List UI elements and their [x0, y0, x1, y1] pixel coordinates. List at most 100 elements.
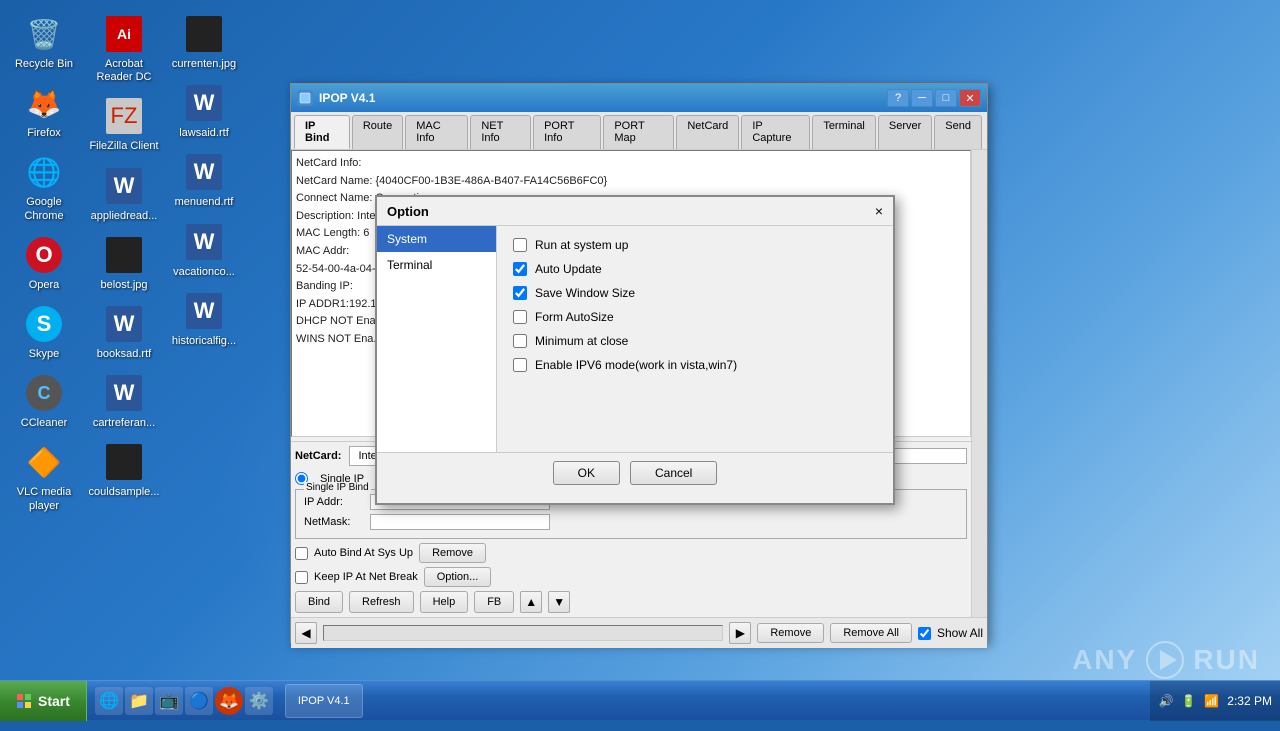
- minimum-at-close-checkbox[interactable]: [513, 334, 527, 348]
- restore-btn[interactable]: □: [935, 89, 957, 107]
- option-close-btn[interactable]: ×: [875, 203, 883, 219]
- nav-down-btn[interactable]: ▼: [548, 591, 570, 613]
- taskbar-chrome-icon[interactable]: 🔵: [185, 687, 213, 715]
- save-window-size-checkbox[interactable]: [513, 286, 527, 300]
- desktop-icon-historical[interactable]: W historicalfig...: [164, 285, 244, 354]
- option-enable-ipv6: Enable IPV6 mode(work in vista,win7): [513, 358, 877, 372]
- tab-route[interactable]: Route: [352, 115, 403, 149]
- taskbar-firefox-icon[interactable]: 🦊: [215, 687, 243, 715]
- currenten-label: currenten.jpg: [172, 58, 236, 71]
- show-all-checkbox[interactable]: [918, 627, 931, 640]
- desktop-icon-booksad[interactable]: W booksad.rtf: [84, 298, 164, 367]
- tab-port-map[interactable]: PORT Map: [603, 115, 674, 149]
- netmask-row: NetMask:: [304, 514, 958, 530]
- desktop-icons-col3: currenten.jpg W lawsaid.rtf W menuend.rt…: [160, 0, 248, 362]
- tab-net-info[interactable]: NET Info: [470, 115, 531, 149]
- ok-button[interactable]: OK: [553, 461, 620, 485]
- taskbar-explorer-icon[interactable]: 📁: [125, 687, 153, 715]
- scrollbar-vertical[interactable]: [971, 150, 987, 617]
- desktop-icon-skype[interactable]: S Skype: [4, 298, 84, 367]
- couldsample-label: couldsample...: [89, 486, 160, 499]
- remove-button-mid[interactable]: Remove: [419, 543, 486, 563]
- taskbar-extra-icon[interactable]: ⚙️: [245, 687, 273, 715]
- tab-port-info[interactable]: PORT Info: [533, 115, 601, 149]
- taskbar-media-icon[interactable]: 📺: [155, 687, 183, 715]
- desktop-icons-col2: Ai Acrobat Reader DC FZ FileZilla Client…: [80, 0, 168, 514]
- desktop-icon-vlc[interactable]: 🔶 VLC media player: [4, 436, 84, 518]
- taskbar-ie-icon[interactable]: 🌐: [95, 687, 123, 715]
- opera-icon: O: [24, 235, 64, 275]
- couldsample-icon: [104, 442, 144, 482]
- desktop-icon-acrobat[interactable]: Ai Acrobat Reader DC: [84, 8, 164, 90]
- tab-netcard[interactable]: NetCard: [676, 115, 739, 149]
- refresh-button[interactable]: Refresh: [349, 591, 414, 613]
- desktop-icon-cartrefer[interactable]: W cartreferan...: [84, 367, 164, 436]
- option-minimum-at-close: Minimum at close: [513, 334, 877, 348]
- tab-server[interactable]: Server: [878, 115, 932, 149]
- scrollbar-horizontal[interactable]: [323, 625, 723, 641]
- desktop-icon-recycle-bin[interactable]: 🗑️ Recycle Bin: [4, 8, 84, 77]
- tray-icon-1[interactable]: 🔊: [1158, 694, 1173, 708]
- desktop-icon-appliedread[interactable]: W appliedread...: [84, 160, 164, 229]
- nav-up-btn[interactable]: ▲: [520, 591, 542, 613]
- desktop-icon-vacation[interactable]: W vacationco...: [164, 216, 244, 285]
- vacation-label: vacationco...: [173, 266, 235, 279]
- desktop-icon-chrome[interactable]: 🌐 Google Chrome: [4, 146, 84, 228]
- run-at-startup-checkbox[interactable]: [513, 238, 527, 252]
- keep-ip-label: Keep IP At Net Break: [314, 571, 418, 583]
- tab-mac-info[interactable]: MAC Info: [405, 115, 468, 149]
- tab-ip-bind[interactable]: IP Bind: [294, 115, 350, 149]
- help-button[interactable]: Help: [420, 591, 469, 613]
- netmask-input[interactable]: [370, 514, 550, 530]
- desktop-icon-firefox[interactable]: 🦊 Firefox: [4, 77, 84, 146]
- form-autosize-label: Form AutoSize: [535, 310, 614, 324]
- desktop-icon-opera[interactable]: O Opera: [4, 229, 84, 298]
- start-button[interactable]: Start: [0, 681, 87, 721]
- desktop-icon-lawsaid[interactable]: W lawsaid.rtf: [164, 77, 244, 146]
- auto-bind-checkbox[interactable]: [295, 547, 308, 560]
- tab-send[interactable]: Send: [934, 115, 982, 149]
- tab-terminal[interactable]: Terminal: [812, 115, 876, 149]
- option-sidebar-terminal[interactable]: Terminal: [377, 252, 496, 278]
- desktop: 🗑️ Recycle Bin 🦊 Firefox 🌐 Google Chrome…: [0, 0, 1280, 720]
- titlebar-icon: [297, 90, 313, 106]
- bind-button[interactable]: Bind: [295, 591, 343, 613]
- minimize-btn[interactable]: ─: [911, 89, 933, 107]
- keep-ip-row: Keep IP At Net Break Option...: [295, 567, 967, 587]
- tab-ip-capture[interactable]: IP Capture: [741, 115, 810, 149]
- ccleaner-icon: C: [24, 373, 64, 413]
- close-btn[interactable]: ✕: [959, 89, 981, 107]
- vlc-icon: 🔶: [24, 442, 64, 482]
- help-title-btn[interactable]: ?: [887, 89, 909, 107]
- enable-ipv6-checkbox[interactable]: [513, 358, 527, 372]
- tab-bar: IP Bind Route MAC Info NET Info PORT Inf…: [291, 112, 987, 150]
- taskbar-task-ipop[interactable]: IPOP V4.1: [285, 684, 363, 718]
- remove-button-bottom[interactable]: Remove: [757, 623, 824, 643]
- tray-icon-network[interactable]: 📶: [1204, 694, 1219, 708]
- scroll-right-btn[interactable]: ▶: [729, 622, 751, 644]
- historical-label: historicalfig...: [172, 335, 236, 348]
- option-button[interactable]: Option...: [424, 567, 492, 587]
- desktop-icon-menuend[interactable]: W menuend.rtf: [164, 146, 244, 215]
- system-tray: 🔊 🔋 📶 2:32 PM: [1150, 681, 1280, 721]
- option-sidebar-system[interactable]: System: [377, 226, 496, 252]
- desktop-icon-currenten[interactable]: currenten.jpg: [164, 8, 244, 77]
- belost-icon: [104, 235, 144, 275]
- tray-icon-2[interactable]: 🔋: [1181, 694, 1196, 708]
- desktop-icon-couldsample[interactable]: couldsample...: [84, 436, 164, 505]
- desktop-icon-ccleaner[interactable]: C CCleaner: [4, 367, 84, 436]
- cancel-button[interactable]: Cancel: [630, 461, 717, 485]
- scroll-left-btn[interactable]: ◀: [295, 622, 317, 644]
- remove-all-button[interactable]: Remove All: [830, 623, 912, 643]
- chrome-label: Google Chrome: [8, 196, 80, 222]
- auto-update-checkbox[interactable]: [513, 262, 527, 276]
- chrome-icon: 🌐: [24, 152, 64, 192]
- keep-ip-checkbox[interactable]: [295, 571, 308, 584]
- group-box-title: Single IP Bind: [304, 482, 371, 493]
- fb-button[interactable]: FB: [474, 591, 514, 613]
- lawsaid-label: lawsaid.rtf: [179, 127, 229, 140]
- lawsaid-icon: W: [184, 83, 224, 123]
- desktop-icon-filezilla[interactable]: FZ FileZilla Client: [84, 90, 164, 159]
- form-autosize-checkbox[interactable]: [513, 310, 527, 324]
- desktop-icon-belost[interactable]: belost.jpg: [84, 229, 164, 298]
